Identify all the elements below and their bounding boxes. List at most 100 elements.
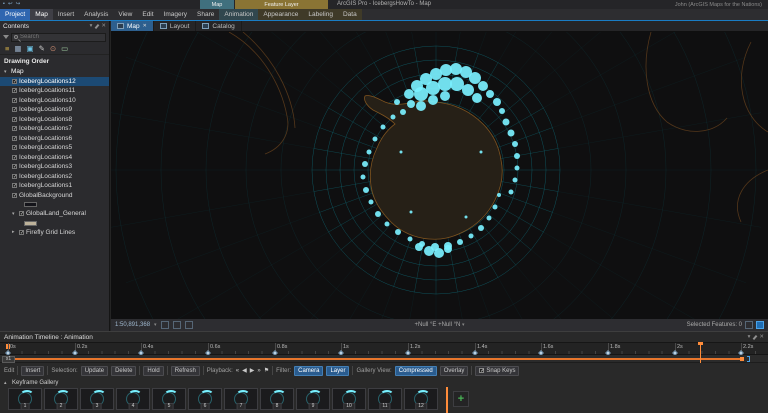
map-scale[interactable]: 1:50,891,368 [115, 322, 150, 328]
playhead[interactable] [700, 342, 701, 363]
layer-row-iceberglocations2[interactable]: ✓ IcebergLocations2 [0, 172, 109, 182]
layer-row-globalland-general[interactable]: ▾ ✓ GlobalLand_General [0, 209, 109, 219]
checkbox-icon[interactable]: ✓ [12, 164, 17, 169]
filter-camera-toggle[interactable]: Camera [294, 366, 323, 376]
pane-menu-icon[interactable]: ▾ [748, 333, 751, 341]
update-button[interactable]: Update [81, 366, 108, 376]
refresh-button[interactable]: Refresh [171, 366, 200, 376]
checkbox-icon[interactable]: ✓ [12, 155, 17, 160]
view-tab-layout[interactable]: Layout [154, 21, 197, 31]
list-by-labeling-icon[interactable]: ▭ [61, 44, 68, 53]
snapping-toggle-icon[interactable] [173, 321, 181, 329]
undo-icon[interactable]: ↩ [8, 1, 13, 8]
keyframe-thumbnail[interactable]: 12 [404, 388, 438, 410]
add-keyframe-button[interactable]: + [453, 391, 469, 407]
tab-data[interactable]: Data [338, 9, 362, 20]
map-canvas[interactable] [111, 32, 768, 319]
tab-appearance[interactable]: Appearance [258, 9, 303, 20]
save-icon[interactable]: ▪ [3, 1, 5, 8]
pin-icon[interactable] [753, 334, 758, 339]
layer-row-firefly-grid-lines[interactable]: ▸ ✓ Firefly Grid Lines [0, 228, 109, 238]
tree-item-map[interactable]: ▾ Map [0, 67, 109, 77]
tab-edit[interactable]: Edit [137, 9, 158, 20]
checkbox-icon[interactable]: ✓ [12, 79, 17, 84]
view-tab-map[interactable]: Map ✕ [111, 21, 154, 31]
timeline-ruler[interactable]: 0s 0.2s 0.4s 0.6s 0.8s 1s 1.2s 1.4s 1.6s… [0, 342, 768, 355]
tab-view[interactable]: View [113, 9, 137, 20]
keyframe-thumbnail[interactable]: 2 [44, 388, 78, 410]
keyframe-thumbnail[interactable]: 6 [188, 388, 222, 410]
skip-to-end-icon[interactable]: » [257, 368, 260, 374]
coordinates-dropdown-icon[interactable]: ▾ [462, 322, 465, 328]
pin-icon[interactable] [95, 23, 100, 28]
timeline-zoom-level[interactable]: x1 [2, 356, 15, 363]
tab-imagery[interactable]: Imagery [159, 9, 192, 20]
close-icon[interactable]: ✕ [143, 23, 147, 29]
overlay-toggle[interactable]: Overlay [440, 366, 469, 376]
insert-button[interactable]: Insert [21, 366, 44, 376]
checkbox-icon[interactable]: ✓ [12, 174, 17, 179]
symbol-swatch[interactable] [24, 221, 37, 226]
keyframe-thumbnail[interactable]: 3 [80, 388, 114, 410]
clear-selection-icon[interactable] [745, 321, 753, 329]
layer-row-iceberglocations6[interactable]: ✓ IcebergLocations6 [0, 134, 109, 144]
play-icon[interactable]: ▶ [250, 367, 255, 374]
timeline-range-bar[interactable]: x1 [0, 355, 768, 363]
symbol-swatch[interactable] [24, 202, 37, 207]
close-icon[interactable]: ✕ [759, 333, 764, 341]
checkbox-icon[interactable]: ✓ [12, 145, 17, 150]
layer-row-iceberglocations7[interactable]: ✓ IcebergLocations7 [0, 124, 109, 134]
pane-menu-icon[interactable]: ▾ [90, 22, 93, 30]
checkbox-icon[interactable]: ✓ [12, 183, 17, 188]
list-by-editing-icon[interactable]: ✎ [39, 44, 45, 53]
pointer-coordinates[interactable]: +Null °E +Null °N ▾ [414, 322, 464, 328]
checkbox-icon[interactable]: ✓ [12, 126, 17, 131]
list-by-source-icon[interactable]: ▦ [14, 44, 21, 53]
keyframe-gallery-header[interactable]: ▴ Keyframe Gallery [0, 378, 62, 387]
grid-toggle-icon[interactable] [161, 321, 169, 329]
checkbox-icon[interactable]: ✓ [19, 211, 24, 216]
search-input[interactable] [20, 34, 103, 40]
close-icon[interactable]: ✕ [101, 22, 106, 30]
snap-keys-toggle[interactable]: ✓ Snap Keys [475, 366, 519, 376]
keyframe-thumbnail[interactable]: 1 [8, 388, 42, 410]
checkbox-icon[interactable]: ✓ [12, 136, 17, 141]
layer-row-iceberglocations12[interactable]: ✓ IcebergLocations12 [0, 77, 109, 87]
view-tab-catalog[interactable]: Catalog [196, 21, 241, 31]
layer-row-iceberglocations10[interactable]: ✓ IcebergLocations10 [0, 96, 109, 106]
range-handle-end[interactable] [740, 357, 744, 361]
tab-labeling[interactable]: Labeling [303, 9, 338, 20]
layer-row-iceberglocations8[interactable]: ✓ IcebergLocations8 [0, 115, 109, 125]
tab-animation[interactable]: Animation [219, 9, 258, 20]
list-by-selection-icon[interactable]: ▣ [26, 44, 33, 53]
checkbox-icon[interactable]: ✓ [12, 88, 17, 93]
tab-project[interactable]: Project [0, 9, 30, 20]
skip-to-start-icon[interactable]: « [236, 368, 239, 374]
tab-share[interactable]: Share [192, 9, 219, 20]
duration-flag-icon[interactable]: ⚑ [264, 367, 269, 374]
checkbox-icon[interactable]: ✓ [12, 107, 17, 112]
polar-map[interactable] [111, 32, 768, 319]
layer-row-iceberglocations1[interactable]: ✓ IcebergLocations1 [0, 181, 109, 191]
delete-button[interactable]: Delete [111, 366, 136, 376]
tab-insert[interactable]: Insert [53, 9, 79, 20]
compressed-toggle[interactable]: Compressed [395, 366, 437, 376]
chevron-down-icon[interactable]: ▾ [12, 211, 17, 217]
step-back-icon[interactable]: ◀ [242, 367, 247, 374]
chevron-right-icon[interactable]: ▸ [12, 229, 17, 235]
list-by-snapping-icon[interactable]: ⊙ [50, 44, 56, 53]
keyframe-thumbnail[interactable]: 11 [368, 388, 402, 410]
keyframe-thumbnail[interactable]: 10 [332, 388, 366, 410]
checkbox-icon[interactable]: ✓ [12, 117, 17, 122]
list-by-drawing-order-icon[interactable]: ≡ [5, 44, 9, 53]
layer-row-iceberglocations3[interactable]: ✓ IcebergLocations3 [0, 162, 109, 172]
redo-icon[interactable]: ↪ [16, 1, 21, 8]
checkbox-icon[interactable]: ✓ [19, 230, 24, 235]
layer-row-iceberglocations9[interactable]: ✓ IcebergLocations9 [0, 105, 109, 115]
chevron-down-icon[interactable]: ▾ [4, 69, 9, 75]
signed-in-user[interactable]: John (ArcGIS Maps for the Nations) [675, 2, 762, 8]
layer-row-iceberglocations11[interactable]: ✓ IcebergLocations11 [0, 86, 109, 96]
layer-row-globalbackground[interactable]: ✓ GlobalBackground [0, 191, 109, 201]
collapse-icon[interactable]: ▴ [4, 380, 9, 386]
checkbox-icon[interactable]: ✓ [12, 193, 17, 198]
